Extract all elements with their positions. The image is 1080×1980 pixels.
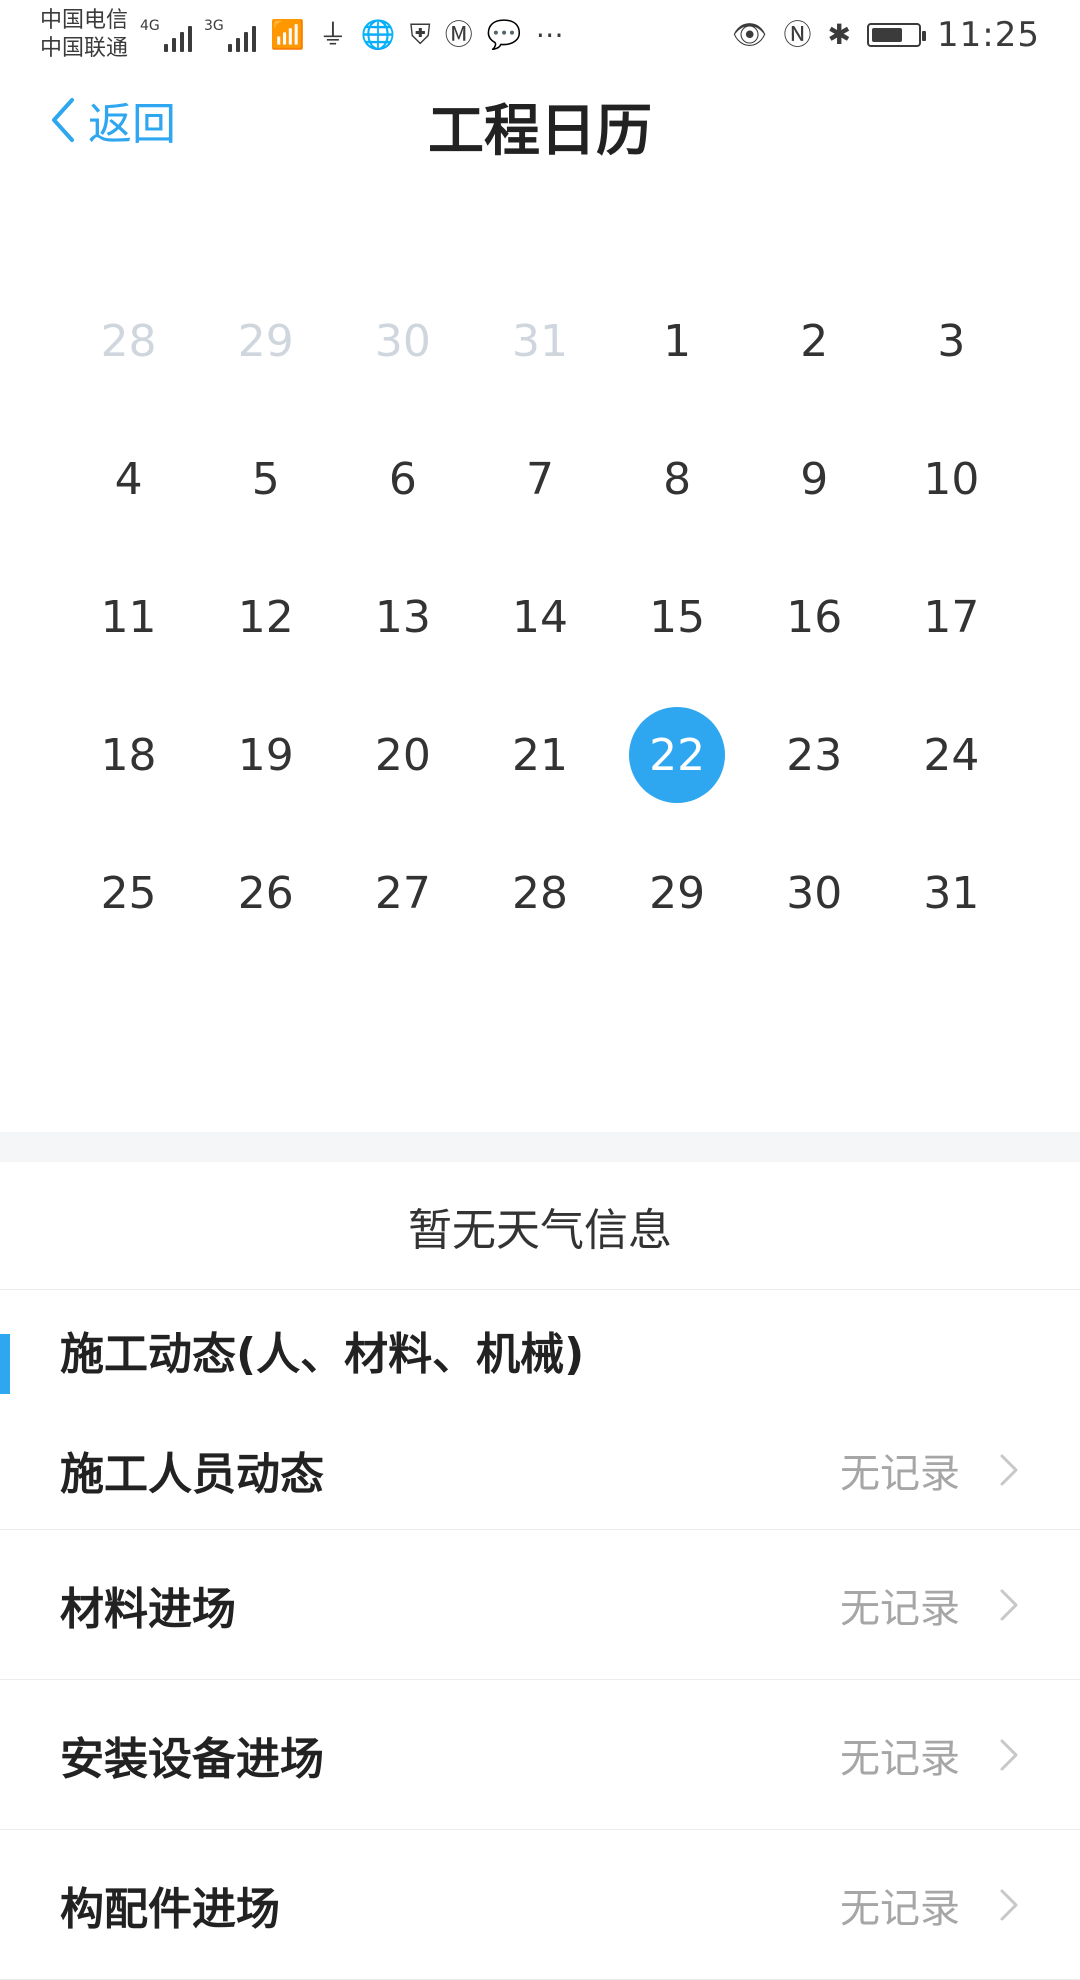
row-right: 无记录 bbox=[840, 1576, 1020, 1634]
row-status: 无记录 bbox=[840, 1450, 960, 1497]
row-status: 无记录 bbox=[840, 1735, 960, 1782]
construction-title: 施工动态(人、材料、机械) bbox=[60, 1329, 585, 1380]
battery-icon bbox=[867, 23, 927, 47]
row-label: 施工人员动态 bbox=[60, 1448, 324, 1500]
construction-section-title: 施工动态(人、材料、机械) bbox=[0, 1290, 1080, 1410]
calendar-week: 4 5 6 7 8 9 10 bbox=[0, 410, 1080, 548]
calendar-day[interactable]: 31 bbox=[471, 272, 608, 410]
construction-row-materials[interactable]: 材料进场 无记录 bbox=[0, 1530, 1080, 1680]
calendar-day[interactable]: 11 bbox=[60, 548, 197, 686]
bluetooth-icon: ✱ bbox=[827, 18, 852, 51]
chevron-left-icon bbox=[52, 98, 74, 142]
calendar-day[interactable]: 29 bbox=[609, 824, 746, 962]
status-left: 中国电信 中国联通 4G 3G 📶 ⏚ 🌐 ⛨ Ⓜ 💬 ⋯ bbox=[40, 7, 564, 63]
calendar-day[interactable]: 30 bbox=[334, 272, 471, 410]
construction-row-components[interactable]: 构配件进场 无记录 bbox=[0, 1830, 1080, 1980]
chevron-right-icon bbox=[1000, 1589, 1018, 1620]
calendar: 28 29 30 31 1 2 3 4 5 6 7 8 9 10 11 12 13 14 15 16 17 18 19 20 2… bbox=[0, 182, 1080, 1132]
wifi-icon: 📶 bbox=[270, 18, 305, 51]
calendar-day[interactable]: 16 bbox=[746, 548, 883, 686]
eye-comfort-icon: 👁 bbox=[731, 18, 768, 51]
calendar-day[interactable]: 20 bbox=[334, 686, 471, 824]
row-status: 无记录 bbox=[840, 1585, 960, 1632]
status-right: 👁 Ⓝ ✱ 11:25 bbox=[732, 15, 1040, 55]
top-nav: 返回 工程日历 bbox=[0, 70, 1080, 182]
calendar-day[interactable]: 26 bbox=[197, 824, 334, 962]
calendar-day[interactable]: 12 bbox=[197, 548, 334, 686]
page-title: 工程日历 bbox=[428, 98, 652, 164]
calendar-day[interactable]: 23 bbox=[746, 686, 883, 824]
browser-icon: 🌐 bbox=[360, 18, 396, 51]
row-right: 无记录 bbox=[840, 1726, 1020, 1784]
selected-day-indicator: 22 bbox=[629, 707, 726, 803]
calendar-day[interactable]: 28 bbox=[60, 272, 197, 410]
carrier-1: 中国电信 bbox=[40, 8, 129, 33]
bank-app-icon: Ⓜ bbox=[444, 18, 473, 51]
nfc-icon: Ⓝ bbox=[783, 18, 812, 51]
calendar-day[interactable]: 2 bbox=[746, 272, 883, 410]
calendar-day[interactable]: 29 bbox=[197, 272, 334, 410]
calendar-week: 18 19 20 21 22 23 24 bbox=[0, 686, 1080, 824]
calendar-day[interactable]: 25 bbox=[60, 824, 197, 962]
shield-icon: ⛨ bbox=[409, 18, 431, 51]
row-label: 构配件进场 bbox=[60, 1883, 280, 1935]
calendar-day[interactable]: 13 bbox=[334, 548, 471, 686]
row-right: 无记录 bbox=[840, 1876, 1020, 1934]
section-gap bbox=[0, 1132, 1080, 1162]
calendar-day[interactable]: 3 bbox=[883, 272, 1020, 410]
carrier-2: 中国联通 bbox=[40, 36, 129, 61]
calendar-day[interactable]: 21 bbox=[471, 686, 608, 824]
usb-icon: ⏚ bbox=[318, 18, 347, 51]
carrier-names: 中国电信 中国联通 bbox=[40, 7, 128, 63]
construction-row-personnel[interactable]: 施工人员动态 无记录 bbox=[0, 1410, 1080, 1530]
construction-list: 施工人员动态 无记录 材料进场 无记录 安装设备进场 无记录 构配件进场 无记录 bbox=[0, 1410, 1080, 1980]
chevron-right-icon bbox=[1000, 1889, 1018, 1920]
calendar-day[interactable]: 24 bbox=[883, 686, 1020, 824]
calendar-day[interactable]: 8 bbox=[609, 410, 746, 548]
calendar-day[interactable]: 31 bbox=[883, 824, 1020, 962]
calendar-day[interactable]: 1 bbox=[609, 272, 746, 410]
network-4g-label: 4G bbox=[140, 18, 160, 34]
calendar-day[interactable]: 14 bbox=[471, 548, 608, 686]
more-notifications-icon: ⋯ bbox=[535, 18, 564, 51]
calendar-week: 11 12 13 14 15 16 17 bbox=[0, 548, 1080, 686]
calendar-day[interactable]: 18 bbox=[60, 686, 197, 824]
calendar-day[interactable]: 27 bbox=[334, 824, 471, 962]
signal-4g-icon: 4G bbox=[140, 18, 193, 52]
weather-info: 暂无天气信息 bbox=[0, 1162, 1080, 1290]
construction-row-equipment[interactable]: 安装设备进场 无记录 bbox=[0, 1680, 1080, 1830]
row-label: 材料进场 bbox=[60, 1583, 236, 1635]
calendar-day[interactable]: 6 bbox=[334, 410, 471, 548]
network-3g-label: 3G bbox=[204, 18, 224, 34]
section-accent-bar bbox=[0, 1334, 10, 1394]
calendar-day-selected[interactable]: 22 bbox=[609, 686, 746, 824]
calendar-week: 28 29 30 31 1 2 3 bbox=[0, 272, 1080, 410]
clock: 11:25 bbox=[937, 15, 1040, 55]
signal-3g-icon: 3G bbox=[204, 18, 257, 52]
calendar-day[interactable]: 5 bbox=[197, 410, 334, 548]
chevron-right-icon bbox=[1000, 1739, 1018, 1770]
row-status: 无记录 bbox=[840, 1885, 960, 1932]
calendar-day[interactable]: 15 bbox=[609, 548, 746, 686]
calendar-day[interactable]: 28 bbox=[471, 824, 608, 962]
status-bar: 中国电信 中国联通 4G 3G 📶 ⏚ 🌐 ⛨ Ⓜ 💬 ⋯ 👁 Ⓝ ✱ 11:2… bbox=[0, 0, 1080, 70]
row-right: 无记录 bbox=[840, 1441, 1020, 1499]
calendar-day[interactable]: 9 bbox=[746, 410, 883, 548]
calendar-day[interactable]: 10 bbox=[883, 410, 1020, 548]
calendar-grid: 28 29 30 31 1 2 3 4 5 6 7 8 9 10 11 12 13 14 15 16 17 18 19 20 2… bbox=[0, 272, 1080, 962]
back-label: 返回 bbox=[88, 99, 176, 150]
row-label: 安装设备进场 bbox=[60, 1733, 324, 1785]
calendar-day[interactable]: 19 bbox=[197, 686, 334, 824]
calendar-day[interactable]: 7 bbox=[471, 410, 608, 548]
battery-level bbox=[872, 28, 903, 42]
back-button[interactable]: 返回 bbox=[48, 88, 176, 152]
calendar-day[interactable]: 30 bbox=[746, 824, 883, 962]
calendar-week: 25 26 27 28 29 30 31 bbox=[0, 824, 1080, 962]
calendar-day[interactable]: 17 bbox=[883, 548, 1020, 686]
calendar-day[interactable]: 4 bbox=[60, 410, 197, 548]
wechat-icon: 💬 bbox=[486, 18, 522, 51]
chevron-right-icon bbox=[1000, 1454, 1018, 1485]
